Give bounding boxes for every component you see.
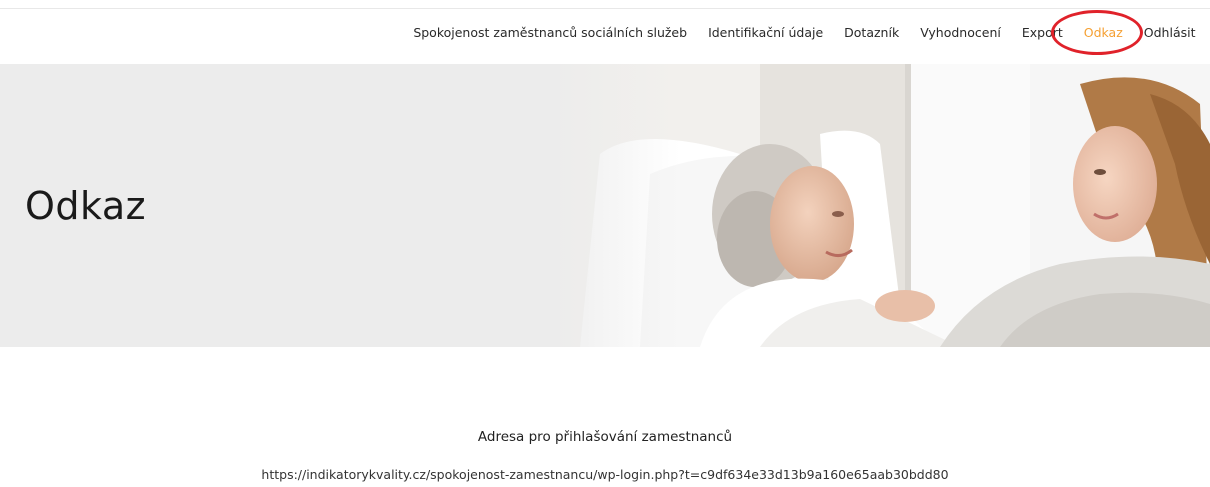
- main-content: Adresa pro přihlašování zamestnanců http…: [0, 347, 1210, 487]
- page-title: Odkaz: [25, 184, 147, 228]
- hero-banner: Odkaz: [0, 64, 1210, 347]
- nav-item-vyhodnoceni[interactable]: Vyhodnocení: [910, 25, 1012, 40]
- top-navigation-bar: Spokojenost zaměstnanců sociálních služe…: [0, 0, 1210, 64]
- highlight-ring-annotation: [1051, 10, 1143, 55]
- top-divider: [0, 8, 1210, 9]
- nav-item-odhlasit[interactable]: Odhlásit: [1133, 25, 1206, 40]
- nav-item-spokojenost[interactable]: Spokojenost zaměstnanců sociálních služe…: [403, 25, 698, 40]
- hero-photo: [540, 64, 1210, 347]
- login-address-url[interactable]: https://indikatorykvality.cz/spokojenost…: [0, 467, 1210, 482]
- nav-item-dotaznik[interactable]: Dotazník: [834, 25, 910, 40]
- nav-item-identifikacni-udaje[interactable]: Identifikační údaje: [698, 25, 834, 40]
- login-address-label: Adresa pro přihlašování zamestnanců: [477, 429, 733, 445]
